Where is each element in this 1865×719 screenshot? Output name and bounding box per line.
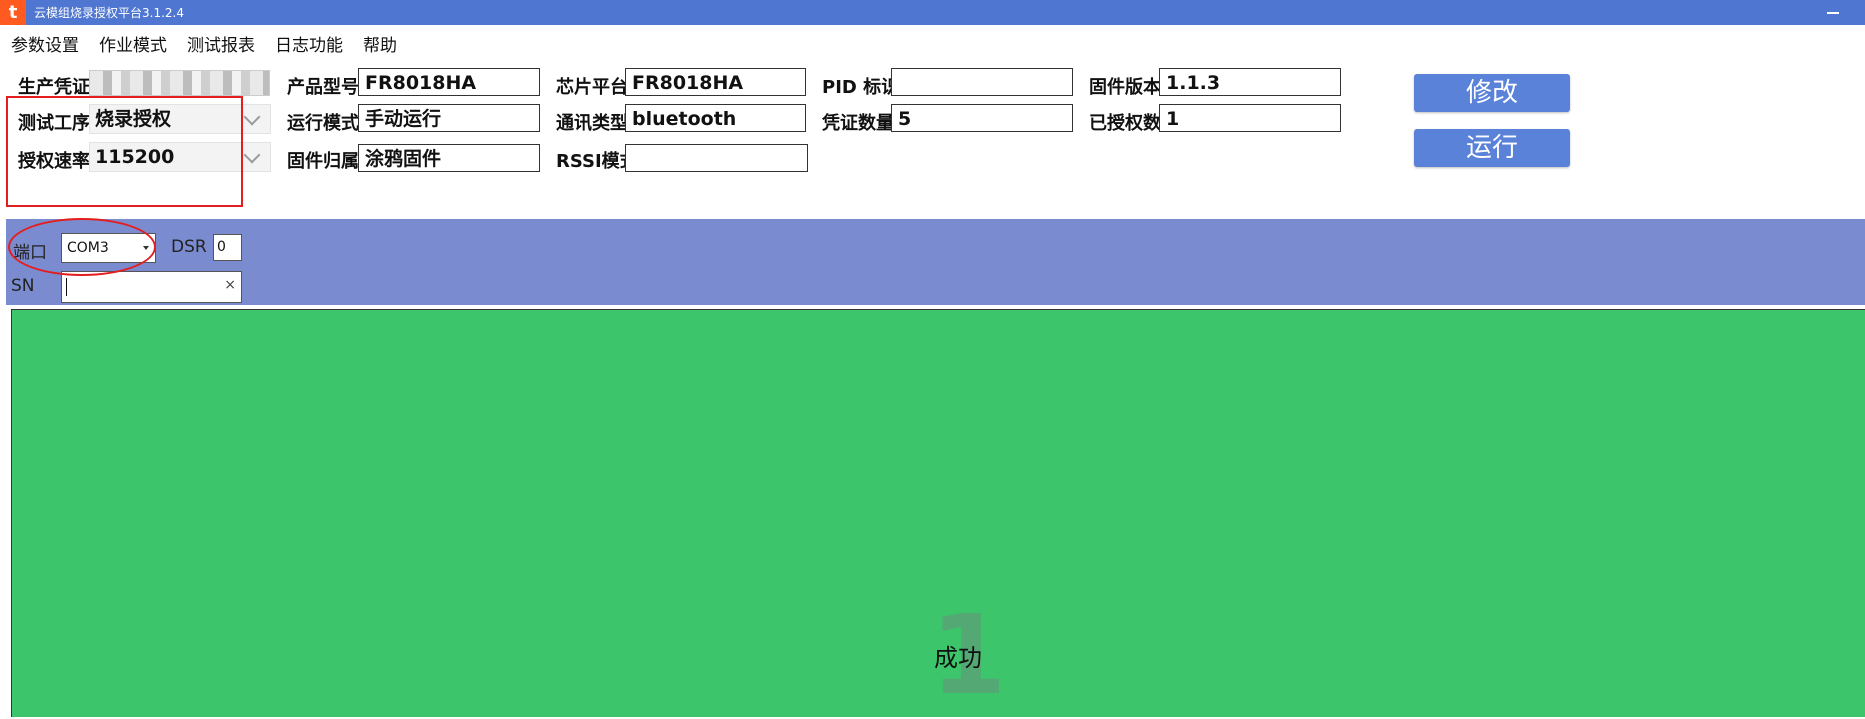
menu-item-help[interactable]: 帮助	[363, 31, 397, 56]
status-text: 成功	[934, 644, 982, 672]
firmware-owner-field[interactable]: 涂鸦固件	[358, 144, 540, 172]
firmware-version-label: 固件版本:	[1089, 77, 1169, 98]
minimize-button[interactable]	[1821, 5, 1845, 21]
product-model-label: 产品型号:	[287, 77, 367, 98]
run-mode-label: 运行模式:	[287, 113, 367, 134]
dsr-label: DSR	[171, 237, 207, 257]
chevron-down-icon	[243, 146, 261, 164]
text-caret	[66, 278, 67, 296]
run-mode-field[interactable]: 手动运行	[358, 104, 540, 132]
app-logo-icon: t	[0, 0, 26, 25]
menu-item-work-mode[interactable]: 作业模式	[99, 31, 167, 56]
product-model-field[interactable]: FR8018HA	[358, 68, 540, 96]
port-panel	[6, 219, 1865, 305]
production-credential-field[interactable]	[89, 70, 270, 96]
chevron-down-icon	[243, 108, 261, 126]
sn-label: SN	[11, 276, 35, 296]
rssi-mode-field[interactable]	[625, 144, 808, 172]
chip-platform-label: 芯片平台:	[556, 77, 636, 98]
modify-button[interactable]: 修改	[1414, 74, 1570, 112]
annotation-ellipse	[8, 218, 156, 276]
clear-icon[interactable]: ×	[224, 277, 236, 293]
run-button[interactable]: 运行	[1414, 129, 1570, 167]
dsr-field[interactable]: 0	[213, 234, 242, 261]
menu-item-test-report[interactable]: 测试报表	[187, 31, 255, 56]
chip-platform-field[interactable]: FR8018HA	[625, 68, 806, 96]
pid-field[interactable]	[891, 68, 1073, 96]
window-title: 云模组烧录授权平台3.1.2.4	[34, 6, 184, 20]
credential-count-label: 凭证数量:	[822, 113, 902, 134]
annotation-rectangle	[6, 96, 243, 207]
menu-item-parameter-settings[interactable]: 参数设置	[11, 31, 79, 56]
authorized-count-label: 已授权数:	[1089, 113, 1169, 134]
credential-count-field[interactable]: 5	[891, 104, 1073, 132]
menu-item-log-function[interactable]: 日志功能	[275, 31, 343, 56]
firmware-owner-label: 固件归属:	[287, 151, 367, 172]
title-bar: t 云模组烧录授权平台3.1.2.4	[0, 0, 1865, 25]
comm-type-field[interactable]: bluetooth	[625, 104, 806, 132]
comm-type-label: 通讯类型:	[556, 113, 636, 134]
firmware-version-field[interactable]: 1.1.3	[1159, 68, 1341, 96]
menu-bar: 参数设置 作业模式 测试报表 日志功能 帮助	[0, 25, 1865, 61]
authorized-count-field[interactable]: 1	[1159, 104, 1341, 132]
minimize-icon	[1827, 12, 1839, 14]
